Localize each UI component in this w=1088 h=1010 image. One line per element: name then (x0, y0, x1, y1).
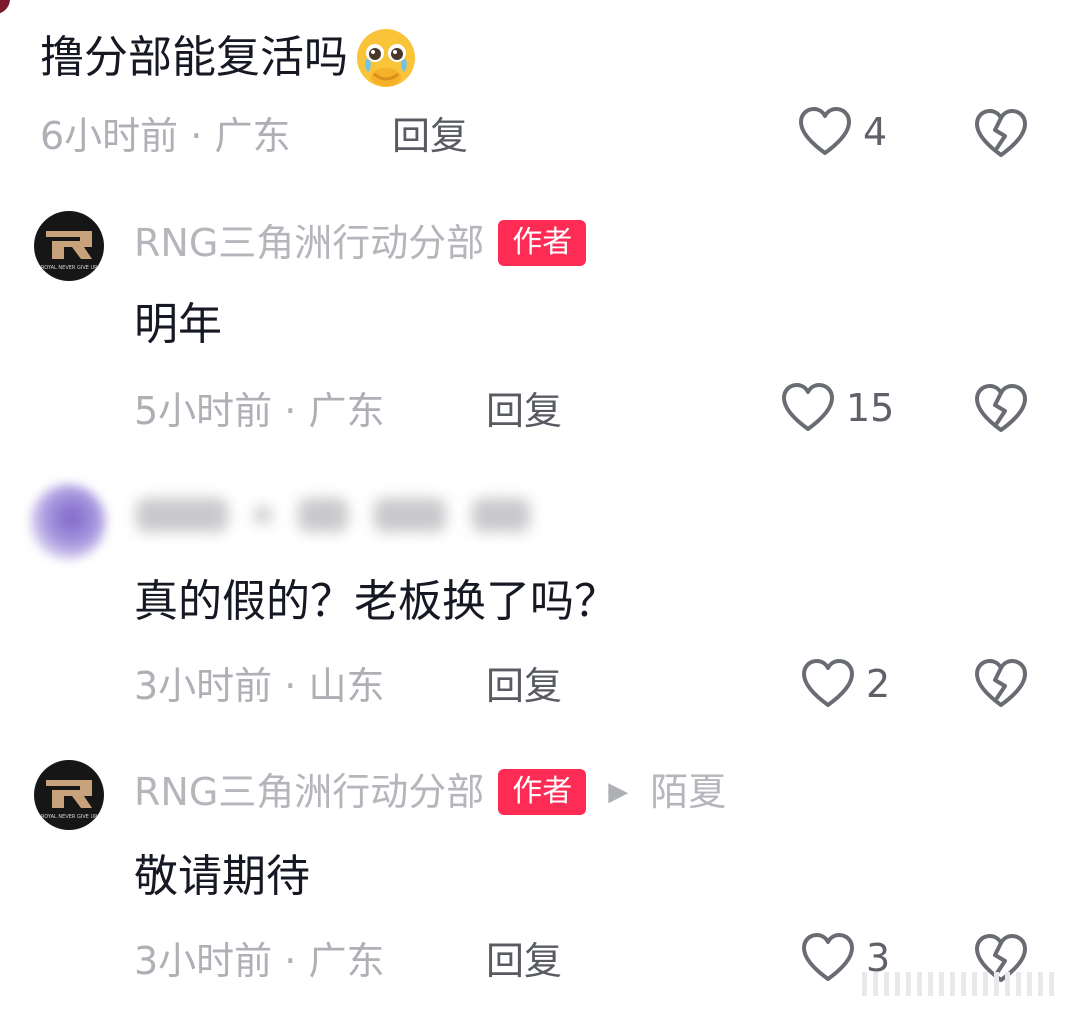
blurred-username[interactable] (136, 498, 530, 532)
comment-content: 明年 (134, 299, 222, 350)
username[interactable]: RNG三角洲行动分部 (134, 773, 484, 811)
meta-separator: · (284, 939, 309, 983)
like-button[interactable]: 4 (797, 106, 887, 158)
play-arrow-icon: ▶ (608, 777, 629, 807)
comment-content: 敬请期待 (134, 851, 310, 902)
avatar-motto: ROYAL NEVER GIVE UP (41, 265, 97, 271)
reply-button[interactable]: 回复 (392, 117, 468, 155)
watermark (862, 972, 1054, 996)
author-badge: 作者 (498, 220, 587, 266)
comment-header: RNG三角洲行动分部 作者 ▶ 陌夏 (134, 769, 726, 815)
like-button[interactable]: 15 (780, 382, 894, 434)
broken-heart-icon[interactable] (973, 108, 1029, 160)
reply-target-username[interactable]: 陌夏 (650, 773, 726, 811)
like-count: 2 (866, 662, 891, 706)
meta-separator: · (284, 664, 309, 708)
reply-button[interactable]: 回复 (486, 942, 562, 980)
comment-time: 6小时前 (40, 114, 179, 158)
comment-location: 广东 (308, 389, 385, 433)
meta-separator: · (284, 389, 309, 433)
blurred-avatar[interactable] (30, 484, 106, 560)
comment-header: RNG三角洲行动分部 作者 (134, 220, 587, 266)
avatar-motto: ROYAL NEVER GIVE UP (41, 814, 97, 820)
heart-outline-icon (802, 933, 854, 981)
comment-time: 3小时前 (134, 939, 273, 983)
reply-button[interactable]: 回复 (486, 667, 562, 705)
like-count: 15 (846, 386, 895, 430)
comment-content: 撸分部能复活吗 (40, 26, 418, 90)
comment-time: 3小时前 (134, 664, 273, 708)
previous-comment-avatar[interactable] (0, 0, 10, 14)
reply-button[interactable]: 回复 (486, 392, 562, 430)
broken-heart-icon[interactable] (973, 383, 1029, 435)
comment-meta: 3小时前 · 山东 (134, 667, 384, 705)
like-button[interactable]: 2 (800, 658, 890, 710)
comment-meta: 6小时前 · 广东 (40, 117, 290, 155)
username[interactable]: RNG三角洲行动分部 (134, 224, 484, 262)
broken-heart-icon[interactable] (973, 658, 1029, 710)
heart-outline-icon (802, 659, 854, 707)
avatar[interactable]: ROYAL NEVER GIVE UP (34, 760, 104, 830)
pleading-face-icon (357, 29, 415, 87)
like-count: 4 (863, 110, 888, 154)
heart-outline-icon (799, 107, 851, 155)
rng-logo-icon: ROYAL NEVER GIVE UP (41, 231, 97, 271)
rng-logo-icon: ROYAL NEVER GIVE UP (41, 780, 97, 820)
comment-time: 5小时前 (134, 389, 273, 433)
comment-meta: 3小时前 · 广东 (134, 942, 384, 980)
heart-outline-icon (782, 383, 834, 431)
author-badge: 作者 (498, 769, 587, 815)
avatar[interactable]: ROYAL NEVER GIVE UP (34, 211, 104, 281)
comment-location: 山东 (308, 664, 385, 708)
comment-location: 广东 (308, 939, 385, 983)
meta-separator: · (190, 114, 215, 158)
comment-location: 广东 (214, 114, 291, 158)
comment-meta: 5小时前 · 广东 (134, 392, 384, 430)
comment-content: 真的假的？老板换了吗？ (134, 576, 618, 627)
